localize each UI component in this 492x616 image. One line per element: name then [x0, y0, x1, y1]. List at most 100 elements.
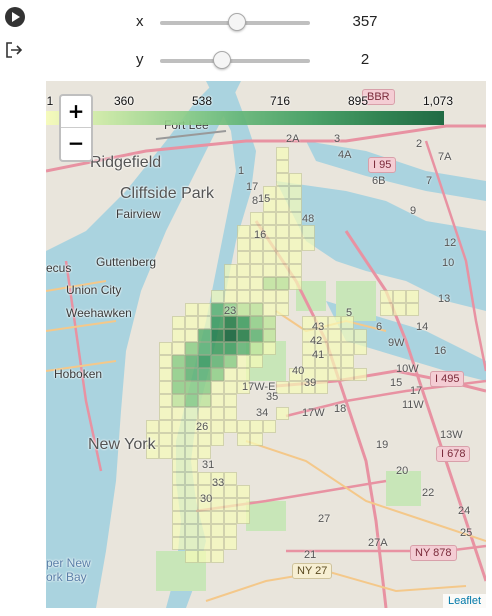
exit-label: 34	[256, 407, 269, 419]
heatmap-cell	[198, 537, 211, 550]
exit-label: 9	[410, 205, 417, 217]
heatmap-cell	[211, 290, 224, 303]
label-guttenberg: Guttenberg	[96, 255, 157, 269]
heatmap-cell	[237, 368, 250, 381]
heatmap-cell	[224, 264, 237, 277]
heatmap-cell	[185, 342, 198, 355]
exit-label: 25	[460, 527, 473, 539]
exit-label: 22	[422, 487, 435, 499]
heatmap-cell	[185, 472, 198, 485]
heatmap-cell	[328, 329, 341, 342]
exit-label: 17	[246, 181, 259, 193]
exit-label: 14	[416, 321, 429, 333]
heatmap-cell	[354, 329, 367, 342]
heatmap-cell	[211, 394, 224, 407]
exit-label: 23	[224, 305, 237, 317]
x-slider-row: x 357	[0, 11, 492, 35]
exit-label: 39	[304, 377, 317, 389]
heatmap-cell	[276, 186, 289, 199]
heatmap-cell	[263, 212, 276, 225]
colorbar-tick: 716	[269, 94, 291, 108]
y-slider-thumb[interactable]	[212, 51, 231, 69]
exit-label: 26	[196, 421, 209, 433]
heatmap-cell	[237, 251, 250, 264]
exit-label: 42	[310, 335, 323, 347]
heatmap-cell	[263, 251, 276, 264]
y-slider-track[interactable]	[160, 51, 310, 69]
x-slider-track[interactable]	[160, 13, 310, 31]
heatmap-cell	[172, 446, 185, 459]
heatmap-cell	[224, 485, 237, 498]
label-hoboken: Hoboken	[54, 367, 103, 381]
heatmap-cell	[237, 316, 250, 329]
exit-label: 33	[212, 477, 225, 489]
heatmap-cell	[172, 394, 185, 407]
exit-label: 6	[376, 321, 383, 333]
heatmap-cell	[237, 511, 250, 524]
heatmap-cell	[224, 498, 237, 511]
heatmap-cell	[250, 303, 263, 316]
label-union-city: Union City	[66, 283, 122, 297]
map-view[interactable]: Fort Lee Ridgefield Cliffside Park Fairv…	[46, 81, 486, 608]
heatmap-cell	[198, 550, 211, 563]
heatmap-cell	[224, 472, 237, 485]
label-new-york: New York	[88, 436, 156, 453]
heatmap-cell	[224, 329, 237, 342]
heatmap-cell	[159, 420, 172, 433]
heatmap-cell	[263, 264, 276, 277]
attribution-link[interactable]: Leaflet	[442, 594, 486, 608]
heatmap-cell	[172, 524, 185, 537]
heatmap-cell	[159, 355, 172, 368]
heatmap-cell	[172, 459, 185, 472]
heatmap-cell	[211, 381, 224, 394]
exit-label: 24	[458, 505, 471, 517]
heatmap-cell	[198, 368, 211, 381]
heatmap-cell	[328, 316, 341, 329]
exit-label: 4A	[338, 149, 352, 161]
y-slider-row: y 2	[0, 49, 492, 73]
heatmap-cell	[198, 394, 211, 407]
colorbar-tick: 1,073	[422, 94, 454, 108]
heatmap-cell	[224, 511, 237, 524]
heatmap-cell	[198, 329, 211, 342]
exit-label: 13	[438, 293, 451, 305]
exit-label: 10	[442, 257, 455, 269]
heatmap-cell	[211, 498, 224, 511]
heatmap-cell	[328, 355, 341, 368]
heatmap-cell	[237, 420, 250, 433]
heatmap-cell	[224, 368, 237, 381]
heatmap-cell	[224, 407, 237, 420]
heatmap-cell	[146, 420, 159, 433]
zoom-in-button[interactable]: +	[61, 96, 91, 128]
exit-label: 48	[302, 213, 315, 225]
x-slider-thumb[interactable]	[227, 13, 246, 31]
exit-label: 6B	[372, 175, 386, 187]
heatmap-cell	[198, 472, 211, 485]
colorbar-tick: 1	[46, 94, 54, 108]
heatmap-cell	[263, 290, 276, 303]
heatmap-cell	[198, 316, 211, 329]
heatmap-cell	[185, 537, 198, 550]
exit-label: 41	[312, 349, 325, 361]
heatmap-cell	[172, 407, 185, 420]
exit-label: 30	[200, 493, 213, 505]
heatmap-cell	[211, 433, 224, 446]
heatmap-cell	[302, 238, 315, 251]
label-cliffside-park: Cliffside Park	[120, 185, 214, 202]
heatmap-cell	[289, 277, 302, 290]
zoom-out-button[interactable]: −	[61, 128, 91, 159]
exit-label: 7	[426, 175, 433, 187]
heatmap-cell	[263, 329, 276, 342]
heatmap-cell	[159, 446, 172, 459]
y-slider-value: 2	[360, 51, 370, 68]
heatmap-cell	[211, 420, 224, 433]
heatmap-cell	[263, 277, 276, 290]
heatmap-cell	[276, 264, 289, 277]
heatmap-cell	[185, 381, 198, 394]
heatmap-cell	[237, 290, 250, 303]
heatmap-cell	[263, 342, 276, 355]
heatmap-cell	[341, 355, 354, 368]
exit-label: 2	[416, 138, 423, 150]
heatmap-cell	[211, 316, 224, 329]
heatmap-cell	[224, 355, 237, 368]
